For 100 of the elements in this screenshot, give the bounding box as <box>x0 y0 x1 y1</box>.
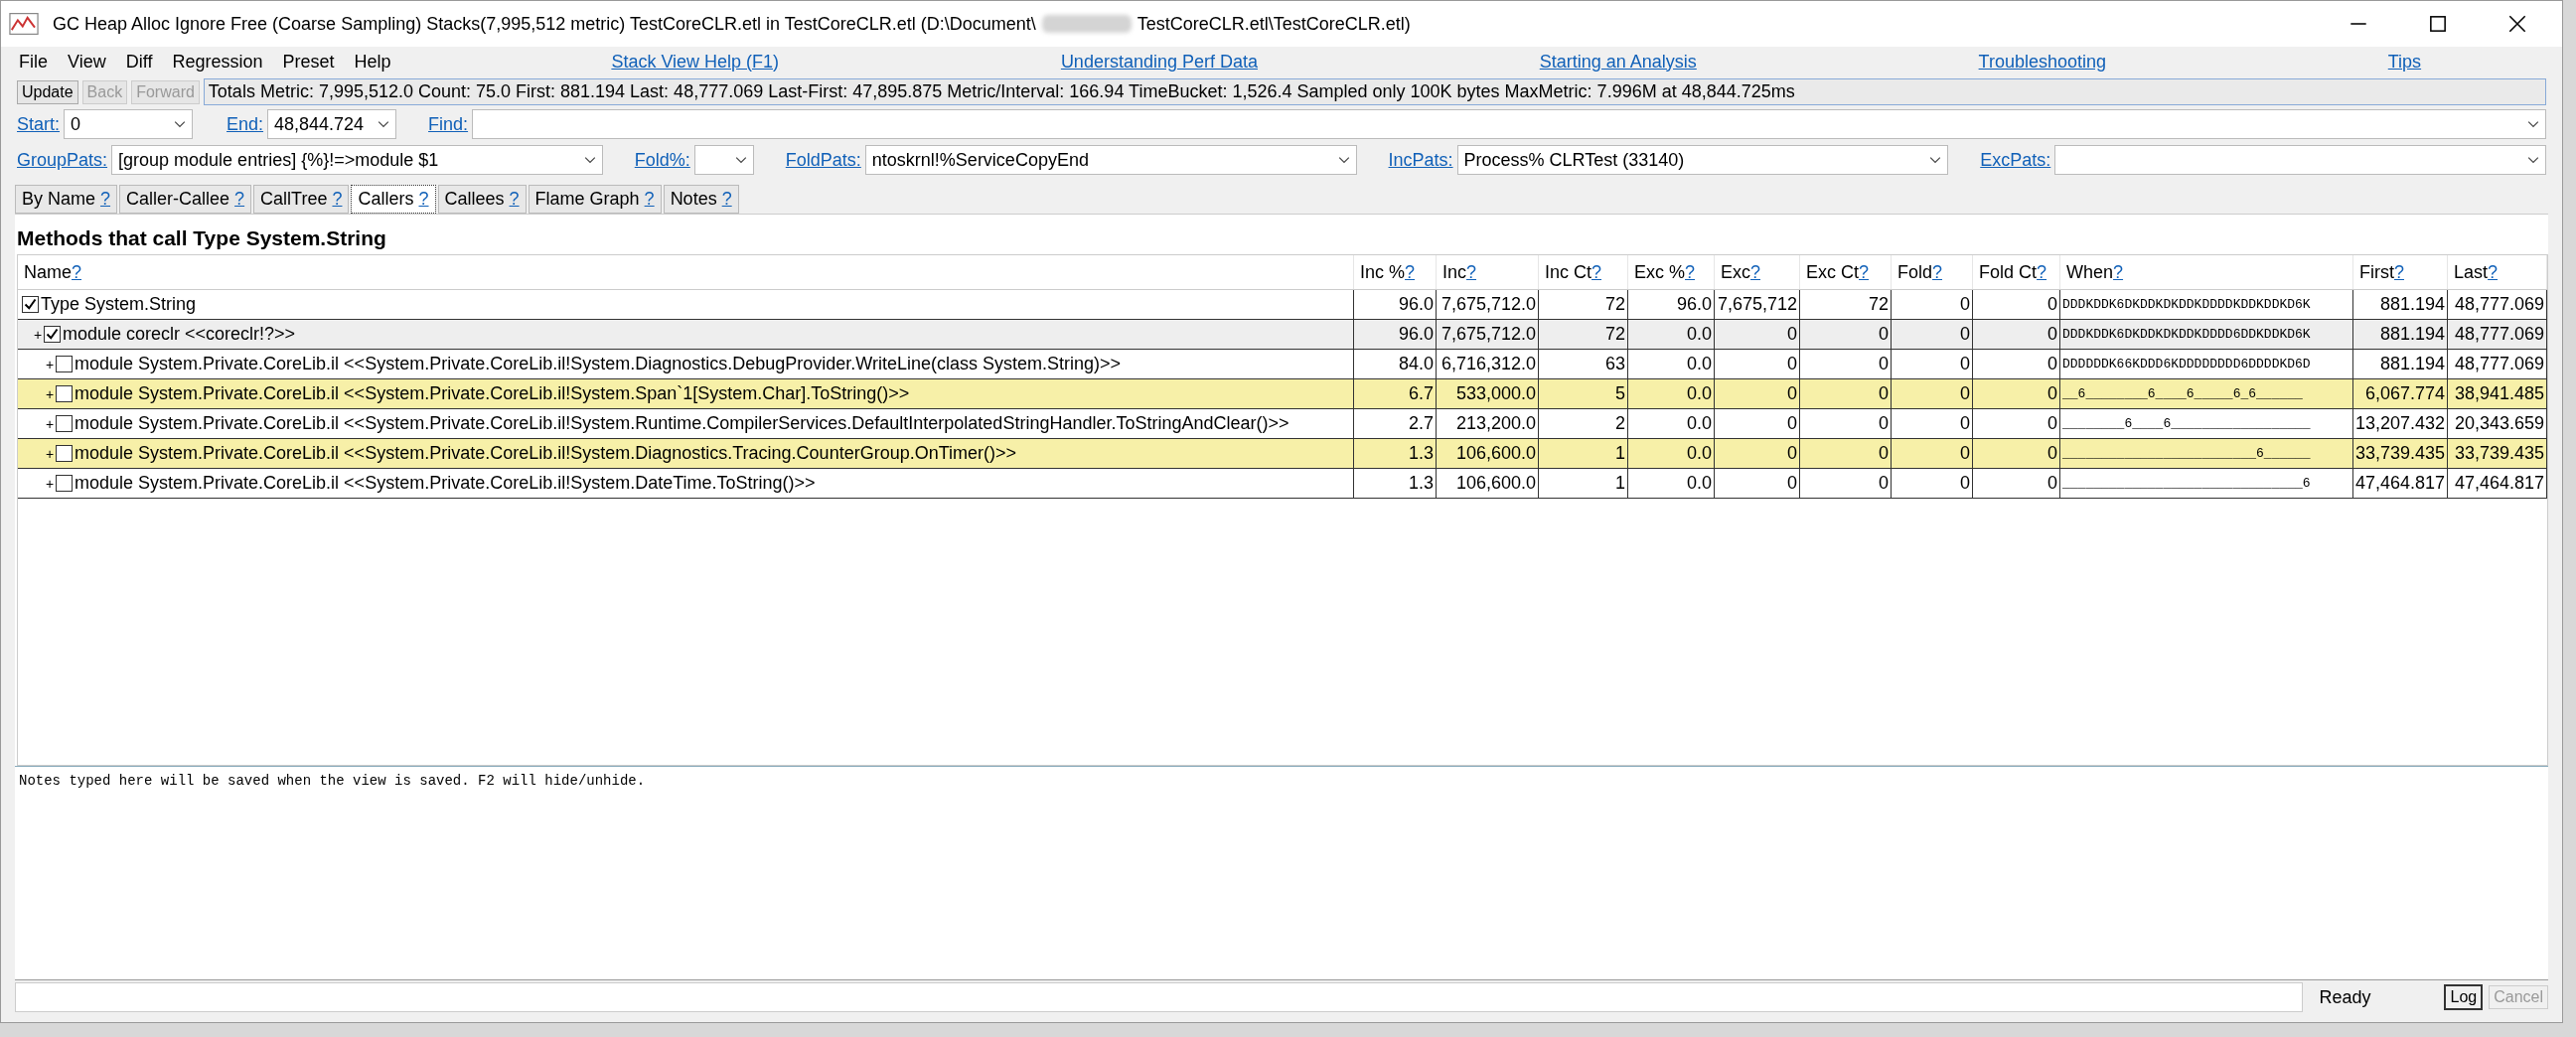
column-header[interactable]: Fold Ct? <box>1973 255 2060 289</box>
expand-toggle[interactable]: + <box>46 445 56 462</box>
help-link[interactable]: ? <box>2394 261 2404 283</box>
expand-toggle[interactable]: + <box>46 475 56 492</box>
find-link[interactable]: Find: <box>428 113 469 135</box>
table-cell: 1.3 <box>1354 469 1437 498</box>
menu-item[interactable]: Regression <box>172 51 263 73</box>
column-header[interactable]: Exc? <box>1715 255 1800 289</box>
help-link[interactable]: ? <box>644 189 655 209</box>
checkbox[interactable] <box>56 356 73 372</box>
column-header[interactable]: First? <box>2353 255 2448 289</box>
view-tab[interactable]: CallTree ? <box>253 185 350 214</box>
checkbox[interactable] <box>56 385 73 402</box>
expand-toggle[interactable]: + <box>46 356 56 372</box>
help-link[interactable]: ? <box>1685 261 1696 283</box>
filter-link[interactable]: GroupPats: <box>17 149 108 171</box>
start-dropdown[interactable]: 0 <box>64 109 193 139</box>
menu-item[interactable]: Preset <box>282 51 335 73</box>
table-row[interactable]: + module System.Private.CoreLib.il <<System.Private.CoreLib.il!System.Diagnostics.Tracing.CounterGroup.OnTimer()>> 1.3 106,600.0 1 0.0 0 0 0 0 _________________________6______ 33,739.435 33,739.435 <box>18 439 2547 469</box>
help-link[interactable]: ? <box>72 261 82 283</box>
checkbox[interactable] <box>56 475 73 492</box>
help-link[interactable]: ? <box>2488 261 2499 283</box>
column-header[interactable]: Fold? <box>1892 255 1973 289</box>
find-field[interactable] <box>472 109 2546 139</box>
table-cell: 0 <box>1715 409 1800 438</box>
filter-dropdown[interactable]: [group module entries] {%}!=>module $1 <box>111 145 603 175</box>
column-header[interactable]: Inc? <box>1437 255 1539 289</box>
menu-item[interactable]: Help <box>354 51 391 73</box>
help-link[interactable]: Starting an Analysis <box>1539 51 1697 73</box>
column-header[interactable]: When? <box>2060 255 2353 289</box>
checkbox[interactable] <box>44 326 61 343</box>
help-link[interactable]: ? <box>2113 261 2124 283</box>
view-tab[interactable]: Caller-Callee ? <box>119 185 252 214</box>
table-cell: 96.0 <box>1354 290 1437 319</box>
help-link[interactable]: Troubleshooting <box>1978 51 2106 73</box>
nav-button[interactable]: Update <box>17 79 78 104</box>
checkbox[interactable] <box>22 296 39 313</box>
help-link[interactable]: Stack View Help (F1) <box>611 51 780 73</box>
view-tab[interactable]: Notes ? <box>663 185 739 214</box>
expand-toggle[interactable]: + <box>46 415 56 432</box>
filter-link[interactable]: ExcPats: <box>1980 149 2051 171</box>
when-cell: DDDDDDK66KDDD6KDDDDDDDD6DDDDKD6D <box>2060 350 2353 378</box>
filter-link[interactable]: Fold%: <box>634 149 690 171</box>
checkbox[interactable] <box>56 415 73 432</box>
menu-item[interactable]: Diff <box>125 51 153 73</box>
table-cell: 1 <box>1539 469 1628 498</box>
table-cell: 84.0 <box>1354 350 1437 378</box>
notes-area[interactable]: Notes typed here will be saved when the view is saved. F2 will hide/unhide. <box>15 767 2548 980</box>
expand-toggle[interactable]: + <box>46 385 56 402</box>
table-cell: 881.194 <box>2353 290 2448 319</box>
menu-item[interactable]: File <box>19 51 48 73</box>
filter-link[interactable]: FoldPats: <box>785 149 861 171</box>
column-header[interactable]: Last? <box>2448 255 2547 289</box>
filter-dropdown[interactable]: Process% CLRTest (33140) <box>1456 145 1949 175</box>
help-link[interactable]: ? <box>332 189 343 209</box>
help-link[interactable]: ? <box>2037 261 2047 283</box>
view-tab[interactable]: Flame Graph ? <box>528 185 662 214</box>
end-dropdown[interactable]: 48,844.724 <box>267 109 397 139</box>
help-link[interactable]: ? <box>721 189 732 209</box>
table-row[interactable]: + module coreclr <<coreclr!?>> 96.0 7,675,712.0 72 0.0 0 0 0 0 DDDKDDK6DKDDKDKDDKDDDD6DDKDDKD6K 881.194 48,777.069 <box>18 320 2547 350</box>
table-row[interactable]: + module System.Private.CoreLib.il <<System.Private.CoreLib.il!System.DateTime.ToString()>> 1.3 106,600.0 1 0.0 0 0 0 0 _______________________________6 47,464.817 47,464.817 <box>18 469 2547 499</box>
help-link[interactable]: ? <box>418 189 429 209</box>
help-link[interactable]: ? <box>234 189 245 209</box>
column-header[interactable]: Inc Ct? <box>1539 255 1628 289</box>
help-link[interactable]: ? <box>1859 261 1870 283</box>
help-link[interactable]: ? <box>100 189 111 209</box>
help-link[interactable]: Understanding Perf Data <box>1060 51 1258 73</box>
table-cell: 0.0 <box>1628 320 1715 349</box>
table-cell: module coreclr <<coreclr!?>> <box>63 324 296 345</box>
table-cell: 72 <box>1539 290 1628 319</box>
checkbox[interactable] <box>56 445 73 462</box>
help-link[interactable]: Tips <box>2387 51 2422 73</box>
start-link[interactable]: Start: <box>17 113 60 135</box>
menu-item[interactable]: View <box>68 51 106 73</box>
table-cell: 38,941.485 <box>2448 379 2547 408</box>
expand-toggle[interactable]: + <box>34 326 44 343</box>
help-link[interactable]: ? <box>1405 261 1416 283</box>
view-tab[interactable]: Callers ? <box>351 185 436 214</box>
chart-app-icon <box>9 13 39 35</box>
status-button[interactable]: Log <box>2444 984 2484 1010</box>
help-link[interactable]: ? <box>1750 261 1761 283</box>
filter-dropdown[interactable]: ntoskrnl!%ServiceCopyEnd <box>864 145 1357 175</box>
filter-link[interactable]: IncPats: <box>1388 149 1453 171</box>
help-link[interactable]: ? <box>1932 261 1943 283</box>
table-cell: 106,600.0 <box>1437 439 1539 468</box>
column-header[interactable]: Exc Ct? <box>1800 255 1892 289</box>
help-link[interactable]: ? <box>509 189 520 209</box>
close-icon[interactable] <box>2506 13 2528 35</box>
column-header[interactable]: Inc %? <box>1354 255 1437 289</box>
end-link[interactable]: End: <box>227 113 264 135</box>
help-link[interactable]: ? <box>1466 261 1477 283</box>
column-header[interactable]: Exc %? <box>1628 255 1715 289</box>
view-tab[interactable]: Callees ? <box>437 185 527 214</box>
table-cell: 6,067.774 <box>2353 379 2448 408</box>
table-row[interactable]: + module System.Private.CoreLib.il <<System.Private.CoreLib.il!System.Span`1[System.Char].ToString()>> 6.7 533,000.0 5 0.0 0 0 0 0 __6________6____6_____6_6______ 6,067.774 38,941.485 <box>18 379 2547 409</box>
table-cell: 13,207.432 <box>2353 409 2448 438</box>
help-link[interactable]: ? <box>1591 261 1602 283</box>
column-header[interactable]: Name? <box>18 255 1354 289</box>
view-tab[interactable]: By Name ? <box>15 185 118 214</box>
maximize-icon[interactable] <box>2427 13 2449 35</box>
